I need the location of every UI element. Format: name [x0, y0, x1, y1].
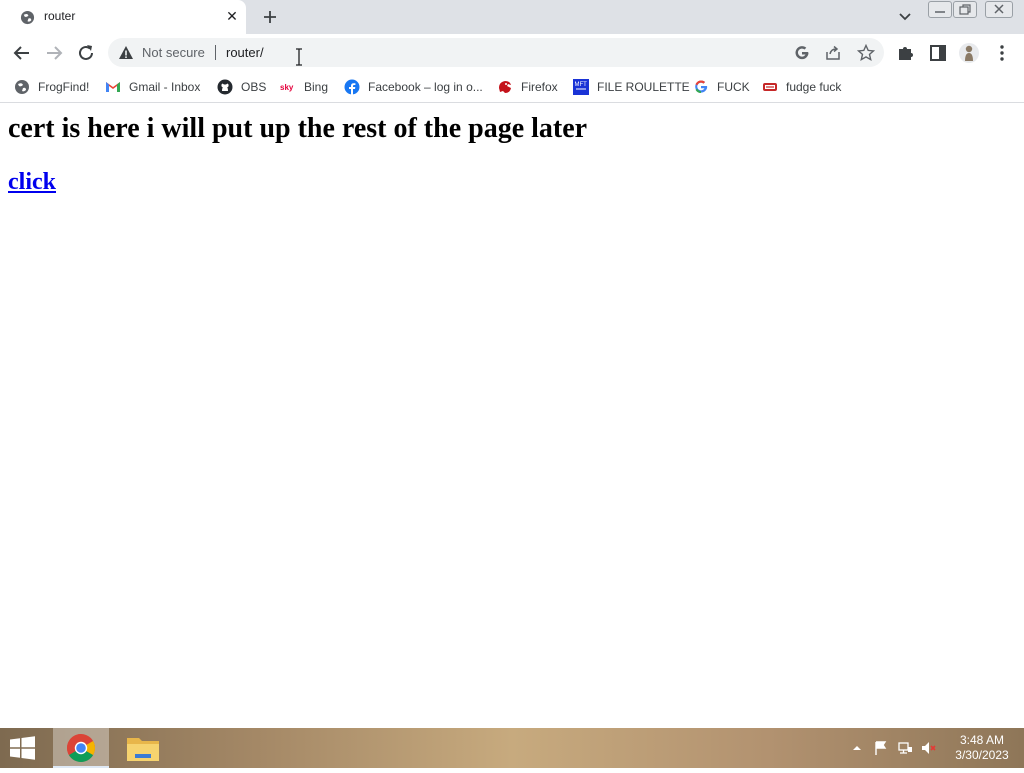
reload-icon[interactable] [74, 41, 98, 65]
minimize-button[interactable] [928, 1, 952, 18]
address-separator [215, 45, 216, 60]
restore-button[interactable] [953, 1, 977, 18]
warning-triangle-icon[interactable] [118, 45, 134, 61]
bookmark-label: fudge fuck [786, 80, 842, 94]
bookmark-label: FILE ROULETTE [597, 80, 690, 94]
click-link[interactable]: click [8, 169, 56, 196]
tab-router[interactable]: router ✕ [0, 0, 246, 34]
svg-text:sky: sky [280, 83, 294, 92]
extensions-puzzle-icon[interactable] [894, 41, 918, 65]
tab-search-chevron-icon[interactable] [896, 8, 914, 26]
tab-title: router [44, 9, 76, 23]
bookmark-label: OBS [241, 80, 267, 94]
forward-arrow-icon[interactable] [42, 41, 66, 65]
taskbar-file-explorer[interactable] [115, 728, 171, 768]
browser-toolbar: Not secure router/ [0, 34, 1024, 72]
chrome-icon [67, 734, 95, 762]
sky-icon: sky [280, 83, 294, 92]
firefox-icon [499, 81, 511, 93]
clock-date: 3/30/2023 [955, 748, 1009, 762]
show-hidden-icons-chevron-icon[interactable] [849, 740, 865, 756]
system-clock[interactable]: 3:48 AM 3/30/2023 [948, 733, 1016, 763]
bookmark-firefox[interactable]: Firefox [497, 77, 558, 97]
bookmark-fudge-fuck[interactable]: fudge fuck [762, 77, 841, 97]
share-icon[interactable] [824, 44, 842, 62]
bookmark-label: Bing [304, 80, 329, 94]
globe-icon [15, 80, 29, 94]
folder-icon [127, 738, 159, 761]
bookmark-label: Firefox [521, 80, 558, 94]
globe-icon [20, 10, 35, 25]
windows-start-icon[interactable] [8, 736, 38, 760]
url-text[interactable]: router/ [226, 45, 264, 60]
network-icon[interactable] [897, 740, 913, 756]
bookmark-gmail[interactable]: Gmail - Inbox [105, 77, 200, 97]
taskbar-chrome[interactable] [53, 728, 109, 768]
minimize-icon [935, 11, 945, 13]
bookmark-label: FrogFind! [38, 80, 90, 94]
page-heading: cert is here i will put up the rest of t… [8, 113, 588, 144]
red-badge-icon [763, 83, 777, 91]
bookmark-bing[interactable]: sky Bing [280, 77, 328, 97]
bookmarks-bar: FrogFind! Gmail - Inbox OBS sky Bing Fac… [0, 72, 1024, 103]
bookmark-obs[interactable]: OBS [217, 77, 266, 97]
bookmark-label: FUCK [717, 80, 750, 94]
profile-avatar-icon[interactable] [957, 41, 981, 65]
bookmark-file-roulette[interactable]: MFT FILE ROULETTE [573, 77, 690, 97]
bookmark-label: Facebook – log in o... [368, 80, 483, 94]
mft-icon: MFT [573, 79, 589, 95]
bookmark-label: Gmail - Inbox [129, 80, 201, 94]
facebook-icon [344, 79, 360, 95]
github-icon [217, 79, 233, 95]
address-bar[interactable]: Not secure router/ [108, 38, 884, 67]
action-center-flag-icon[interactable] [873, 740, 889, 756]
taskbar: 3:48 AM 3/30/2023 [0, 728, 1024, 768]
bookmark-facebook[interactable]: Facebook – log in o... [344, 77, 483, 97]
page-content: cert is here i will put up the rest of t… [0, 103, 1024, 728]
google-lens-icon[interactable] [793, 44, 811, 62]
tab-close-icon[interactable]: ✕ [224, 8, 240, 24]
close-window-button[interactable] [985, 1, 1013, 18]
tab-strip: router ✕ [0, 0, 1024, 34]
not-secure-label[interactable]: Not secure [142, 45, 205, 60]
back-arrow-icon[interactable] [10, 41, 34, 65]
new-tab-icon[interactable] [259, 6, 281, 28]
bookmark-frogfind[interactable]: FrogFind! [14, 77, 89, 97]
menu-kebab-icon[interactable] [990, 41, 1014, 65]
side-panel-icon[interactable] [926, 41, 950, 65]
bookmark-fuck[interactable]: FUCK [693, 77, 750, 97]
restore-icon [959, 4, 971, 15]
gmail-icon [106, 82, 120, 92]
svg-text:MFT: MFT [575, 82, 588, 88]
text-cursor-icon [296, 48, 302, 66]
close-icon [994, 4, 1004, 14]
google-icon [695, 80, 708, 94]
volume-muted-icon[interactable] [921, 740, 937, 756]
clock-time: 3:48 AM [959, 733, 1005, 747]
bookmark-star-icon[interactable] [857, 44, 875, 62]
